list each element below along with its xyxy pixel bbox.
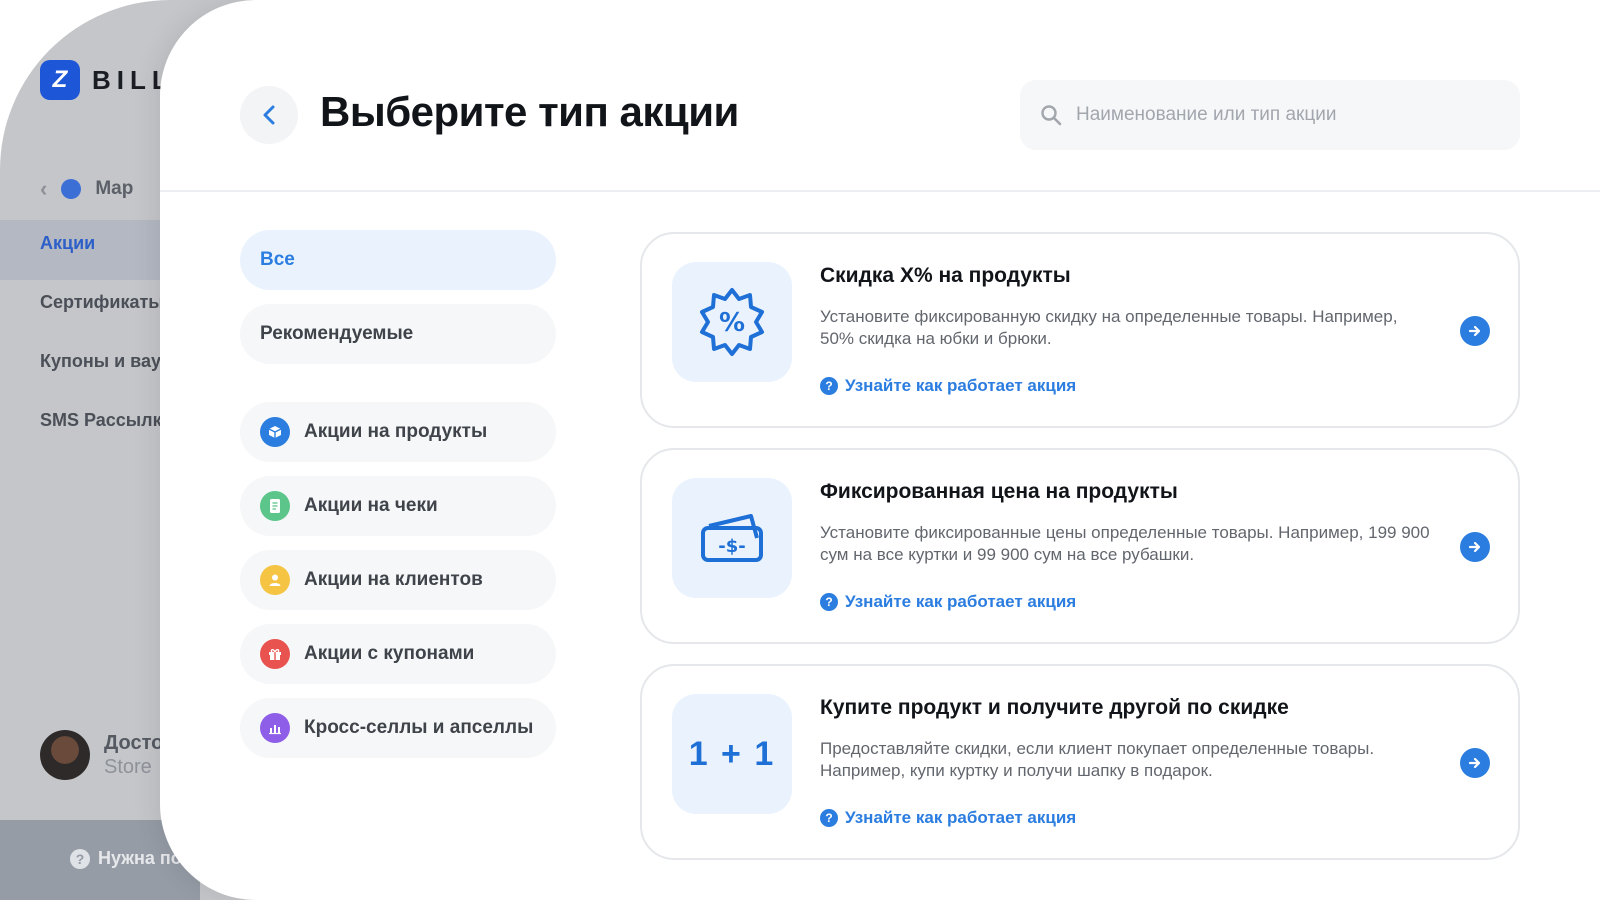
page-title: Выберите тип акции [320,88,739,135]
app-logo: Z BILL [40,60,174,100]
header-divider [160,190,1600,192]
card-icon-container: % [672,262,792,382]
chevron-left-icon: ‹ [40,176,48,201]
card-title: Фиксированная цена на продукты [820,480,1178,503]
category-label: Акции на продукты [304,421,488,442]
arrow-right-icon[interactable] [1460,748,1490,778]
category-label: Акции на чеки [304,495,438,516]
box-icon [260,417,290,447]
sidebar-item-promotions[interactable]: Акции [40,233,95,254]
card-title: Купите продукт и получите другой по скид… [820,696,1289,719]
avatar [40,730,90,780]
back-button[interactable] [240,86,298,144]
question-icon: ? [820,377,838,395]
breadcrumb[interactable]: ‹ Map [40,176,133,202]
learn-more-label: Узнайте как работает акция [845,592,1077,611]
search-input[interactable] [1076,104,1476,126]
promotion-type-panel: Выберите тип акции Все Рекомендуемые Акц… [160,0,1600,900]
sidebar-item-sms[interactable]: SMS Рассылки [40,410,173,431]
svg-text:%: % [719,308,745,338]
money-icon: -$- [701,514,763,562]
filter-label: Все [260,249,295,270]
promo-card-fixed-price[interactable]: -$- Фиксированная цена на продукты Устан… [640,448,1520,644]
learn-more-link[interactable]: ? Узнайте как работает акция [820,376,1076,396]
category-receipts[interactable]: Акции на чеки [240,476,556,536]
filter-label: Рекомендуемые [260,323,414,344]
filter-recommended[interactable]: Рекомендуемые [240,304,556,364]
question-icon: ? [820,593,838,611]
user-icon [260,565,290,595]
receipt-icon [260,491,290,521]
category-cross-sell[interactable]: Кросс-селлы и апселлы [240,698,556,758]
one-plus-one-icon: 1 + 1 [688,734,776,773]
learn-more-link[interactable]: ? Узнайте как работает акция [820,808,1076,828]
svg-text:-$-: -$- [718,536,745,557]
card-description: Установите фиксированную скидку на опред… [820,307,1398,348]
category-label: Акции с купонами [304,643,475,664]
category-label: Акции на клиентов [304,569,483,590]
category-label: Кросс-селлы и апселлы [304,717,534,738]
learn-more-link[interactable]: ? Узнайте как работает акция [820,592,1076,612]
search-icon [1041,105,1062,126]
user-store: Store [104,756,152,778]
learn-more-label: Узнайте как работает акция [845,808,1077,827]
promo-card-percent-discount[interactable]: % Скидка X% на продукты Установите фикси… [640,232,1520,428]
logo-badge-icon: Z [40,60,80,100]
settings-badge-icon [61,179,82,199]
card-icon-container: 1 + 1 [672,694,792,814]
user-profile[interactable]: Досто Store [40,730,163,780]
category-products[interactable]: Акции на продукты [240,402,556,462]
category-coupons[interactable]: Акции с купонами [240,624,556,684]
card-description: Предоставляйте скидки, если клиент покуп… [820,739,1375,780]
learn-more-label: Узнайте как работает акция [845,376,1077,395]
question-icon: ? [70,848,90,869]
category-clients[interactable]: Акции на клиентов [240,550,556,610]
percent-badge-icon: % [700,288,764,356]
search-box[interactable] [1020,80,1520,150]
gift-icon [260,639,290,669]
card-title: Скидка X% на продукты [820,264,1071,287]
breadcrumb-label: Map [95,178,134,199]
card-description: Установите фиксированные цены определенн… [820,523,1430,564]
chart-icon [260,713,290,743]
promo-card-buy-get-discount[interactable]: 1 + 1 Купите продукт и получите другой п… [640,664,1520,860]
arrow-right-icon[interactable] [1460,532,1490,562]
card-icon-container: -$- [672,478,792,598]
user-name: Досто [104,732,164,754]
filter-all[interactable]: Все [240,230,556,290]
sidebar-item-certificates[interactable]: Сертификаты [40,292,164,313]
question-icon: ? [820,809,838,827]
chevron-left-icon [263,105,275,125]
arrow-right-icon[interactable] [1460,316,1490,346]
